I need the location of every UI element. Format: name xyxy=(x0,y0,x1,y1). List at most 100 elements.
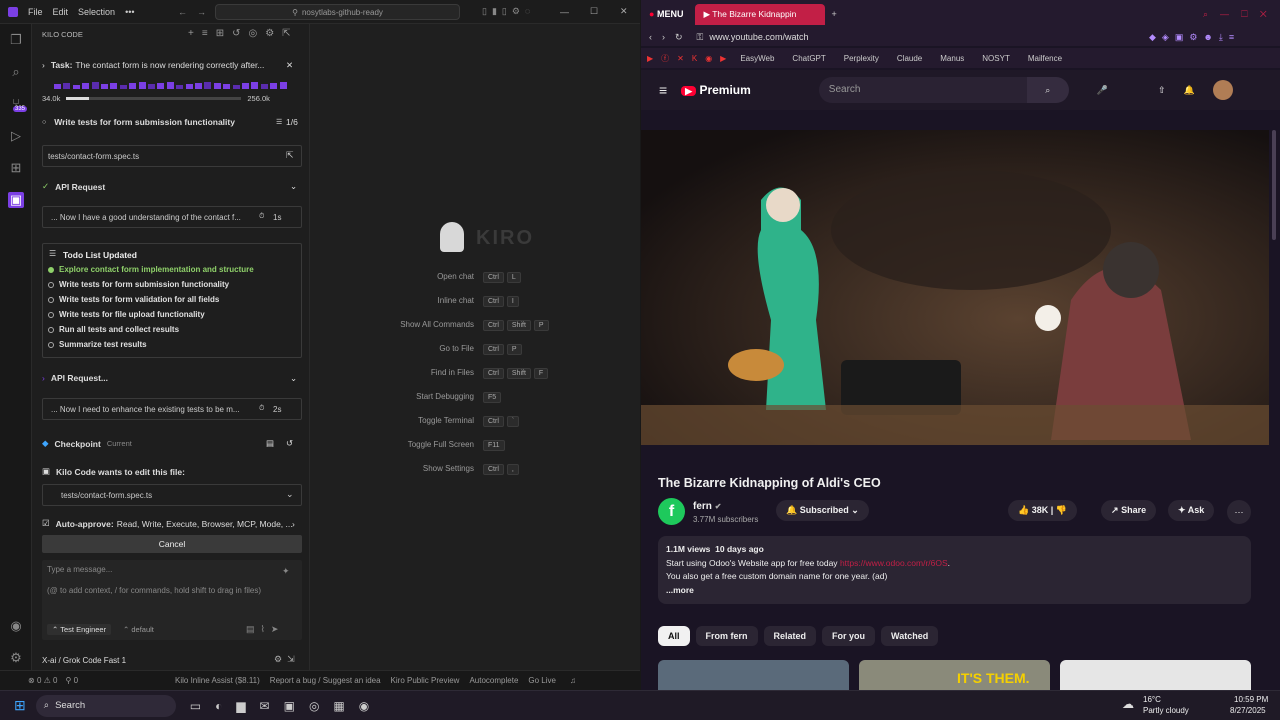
youtube-logo[interactable]: ▶ Premium xyxy=(681,83,751,97)
chip-related[interactable]: Related xyxy=(763,626,817,646)
youtube-search-input[interactable]: Search xyxy=(818,77,1027,103)
run-debug-icon[interactable]: ▷ xyxy=(8,128,24,144)
api-request-1-box[interactable]: ... Now I have a good understanding of t… xyxy=(42,206,302,228)
inline-assist-status[interactable]: Kilo Inline Assist ($8.11) xyxy=(175,676,260,685)
channel-name[interactable]: fern ✔ xyxy=(693,501,721,512)
nav-icons[interactable]: ‹›↻ xyxy=(649,32,693,43)
ask-button[interactable]: ✦ Ask xyxy=(1168,500,1215,521)
cancel-button[interactable]: Cancel xyxy=(42,535,302,553)
close-task-icon[interactable]: ✕ xyxy=(286,60,293,71)
bookmark-icons[interactable]: ▶ⓕ✕K◉▶ xyxy=(647,53,734,64)
extensions-icon[interactable]: ⊞ xyxy=(8,160,24,176)
api-request-2-box[interactable]: ... Now I need to enhance the existing t… xyxy=(42,398,302,420)
like-dislike-button[interactable]: 👍 38K | 👎 xyxy=(1008,500,1077,521)
checkbox-checked-icon[interactable]: ☑ xyxy=(42,518,50,529)
api-request-2[interactable]: › API Request... ⌄ xyxy=(42,373,297,384)
windows-start-icon[interactable]: ⊞ xyxy=(14,697,26,714)
recommended-thumbnail[interactable] xyxy=(658,660,849,690)
enhance-icon[interactable]: ✦ xyxy=(282,566,290,577)
maximize-icon[interactable]: ☐ xyxy=(590,6,598,17)
bell-icon[interactable]: ♫ xyxy=(570,676,576,685)
attach-icon[interactable]: ▤⌇➤ xyxy=(246,624,284,635)
edit-file-box[interactable]: tests/contact-form.spec.ts ⌄ xyxy=(42,484,302,506)
notifications-icon[interactable]: 🔔 xyxy=(1184,85,1195,96)
account-icon[interactable]: ◎ xyxy=(248,28,265,39)
weather-temp[interactable]: 16°C xyxy=(1143,695,1161,704)
auto-approve[interactable]: ☑ Auto-approve: Read, Write, Execute, Br… xyxy=(42,518,295,529)
gear-icon[interactable]: ⚙ xyxy=(265,28,282,39)
show-more-link[interactable]: ...more xyxy=(666,584,1243,598)
api-request-1[interactable]: ✓ API Request ⌄ xyxy=(42,181,297,192)
errors-status[interactable]: ⊗ 0 ⚠ 0 xyxy=(28,676,57,685)
task-header[interactable]: › Task: The contact form is now renderin… xyxy=(42,60,293,71)
current-todo[interactable]: ○ Write tests for form submission functi… xyxy=(42,117,298,127)
menu-file[interactable]: File xyxy=(28,7,43,17)
command-search[interactable]: ⚲ nosytlabs-github-ready xyxy=(215,4,460,20)
model-label[interactable]: X-ai / Grok Code Fast 1 xyxy=(42,656,126,665)
chip-all[interactable]: All xyxy=(658,626,690,646)
recommended-thumbnail[interactable]: IT'S THEM. xyxy=(859,660,1050,690)
chip-watched[interactable]: Watched xyxy=(881,626,939,646)
kiro-preview-status[interactable]: Kiro Public Preview xyxy=(391,676,460,685)
model-icons[interactable]: ⚙⇲ xyxy=(274,654,300,665)
share-button[interactable]: ↗ Share xyxy=(1101,500,1157,521)
menu-edit[interactable]: Edit xyxy=(53,7,69,17)
browser-tab[interactable]: ▶ The Bizarre Kidnappin xyxy=(695,3,826,25)
recommended-thumbnail[interactable] xyxy=(1060,660,1251,690)
file-path-box[interactable]: tests/contact-form.spec.ts ⇱ xyxy=(42,145,302,167)
profile-select[interactable]: ⌃ default xyxy=(118,624,159,635)
bookmark-perplexity[interactable]: Perplexity xyxy=(844,54,879,63)
plus-icon[interactable]: + xyxy=(188,28,202,39)
forward-arrow-icon[interactable]: → xyxy=(197,7,206,17)
open-external-icon[interactable]: ⇱ xyxy=(286,150,294,161)
avatar[interactable] xyxy=(1212,80,1233,100)
taskbar-search[interactable]: ⌕ Search xyxy=(35,694,176,717)
bookmark-mailfence[interactable]: Mailfence xyxy=(1028,54,1062,63)
url-field[interactable]: www.youtube.com/watch xyxy=(709,32,808,42)
message-input[interactable]: Type a message... ✦ (@ to add context, /… xyxy=(42,560,302,640)
menu-selection[interactable]: Selection xyxy=(78,7,115,17)
go-live-button[interactable]: Go Live xyxy=(528,676,556,685)
chip-from-fern[interactable]: From fern xyxy=(695,626,758,646)
history-icon[interactable]: ≡ xyxy=(202,28,216,39)
menu-more[interactable]: ••• xyxy=(125,7,134,17)
restore-icon[interactable]: ↺ xyxy=(286,438,293,449)
kilo-code-icon[interactable]: ▣ xyxy=(8,192,24,208)
grid-icon[interactable]: ⊞ xyxy=(216,28,232,39)
chip-for-you[interactable]: For you xyxy=(822,626,876,646)
back-arrow-icon[interactable]: ← xyxy=(178,7,187,17)
hamburger-icon[interactable]: ≡ xyxy=(659,82,667,98)
mode-select[interactable]: ⌃ Test Engineer xyxy=(47,624,112,635)
clock-icon[interactable]: ↺ xyxy=(232,28,248,39)
clock-time[interactable]: 10:59 PM xyxy=(1234,695,1268,704)
description-link[interactable]: https://www.odoo.com/r/6OS xyxy=(840,558,948,568)
bookmark-manus[interactable]: Manus xyxy=(940,54,964,63)
close-icon[interactable]: ✕ xyxy=(620,6,628,17)
account-icon[interactable]: ◉ xyxy=(8,618,24,634)
bookmark-nosyt[interactable]: NOSYT xyxy=(982,54,1010,63)
bookmark-claude[interactable]: Claude xyxy=(897,54,922,63)
autocomplete-status[interactable]: Autocomplete xyxy=(469,676,518,685)
popout-icon[interactable]: ⇱ xyxy=(282,28,298,39)
report-bug-link[interactable]: Report a bug / Suggest an idea xyxy=(270,676,381,685)
settings-gear-icon[interactable]: ⚙ xyxy=(8,650,24,666)
weather-desc[interactable]: Partly cloudy xyxy=(1143,706,1189,715)
minimize-icon[interactable]: — xyxy=(560,7,569,17)
clock-date[interactable]: 8/27/2025 xyxy=(1230,706,1266,715)
channel-avatar[interactable]: f xyxy=(658,498,685,525)
window-controls[interactable]: ⌕—☐✕ xyxy=(1203,9,1279,20)
bookmark-easyweb[interactable]: EasyWeb xyxy=(740,54,774,63)
ports-status[interactable]: ⚲ 0 xyxy=(65,676,78,685)
pinned-apps[interactable]: ▭◐▆✉▣◎▦◉ xyxy=(190,699,384,713)
layout-icons[interactable]: ▯▮▯⚙◌ xyxy=(482,6,535,17)
new-tab-icon[interactable]: + xyxy=(831,9,836,19)
mic-icon[interactable]: 🎤 xyxy=(1097,85,1108,96)
subscribe-button[interactable]: 🔔 Subscribed ⌄ xyxy=(776,500,869,521)
bookmark-chatgpt[interactable]: ChatGPT xyxy=(792,54,825,63)
upload-icon[interactable]: ⇧ xyxy=(1158,85,1166,96)
opera-menu[interactable]: ● MENU xyxy=(649,9,683,19)
scrollbar[interactable] xyxy=(1272,130,1276,240)
description-box[interactable]: 1.1M views 10 days ago Start using Odoo'… xyxy=(658,536,1251,604)
video-player[interactable] xyxy=(641,130,1269,445)
search-button[interactable]: ⌕ xyxy=(1026,77,1069,103)
